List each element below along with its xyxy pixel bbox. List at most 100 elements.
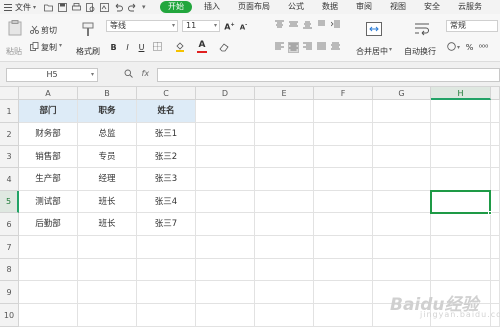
column-header-f[interactable]: F [314,87,373,100]
cell-b7[interactable] [78,236,137,259]
percent-button[interactable]: % [464,42,475,53]
row-header-8[interactable]: 8 [0,259,19,281]
cell-c3[interactable]: 张三2 [137,146,196,168]
cell-c8[interactable] [137,259,196,281]
fill-color-button[interactable] [174,42,185,53]
file-menu[interactable]: 文件 ▾ [0,0,36,14]
tab-view[interactable]: 视图 [381,0,415,14]
cell-c2[interactable]: 张三1 [137,123,196,146]
row-header-5[interactable]: 5 [0,191,19,213]
cell-b9[interactable] [78,281,137,304]
select-all-corner[interactable] [0,87,19,100]
cell-f10[interactable] [314,304,373,327]
cell-i5[interactable] [491,191,500,213]
insert-function-button[interactable]: fx [142,69,150,78]
cell-c10[interactable] [137,304,196,327]
cell-i6[interactable] [491,213,500,236]
cell-e8[interactable] [255,259,314,281]
cell-h2[interactable] [431,123,491,146]
cell-f7[interactable] [314,236,373,259]
align-right-button[interactable] [302,42,313,53]
active-cell-h5[interactable] [430,190,492,215]
cell-b3[interactable]: 专员 [78,146,137,168]
cell-a5[interactable]: 测试部 [19,191,78,213]
print-preview-icon[interactable] [86,2,95,12]
column-header-a[interactable]: A [19,87,78,100]
name-box[interactable]: H5 ▾ [6,68,98,82]
cell-d6[interactable] [196,213,255,236]
save-icon[interactable] [58,2,67,12]
cell-d10[interactable] [196,304,255,327]
cell-c9[interactable] [137,281,196,304]
merge-dropdown-icon[interactable]: ▾ [389,46,392,53]
cell-a1[interactable]: 部门 [19,100,78,123]
row-header-4[interactable]: 4 [0,168,19,191]
comma-style-button[interactable]: ⁰⁰⁰ [478,42,489,53]
number-format-select[interactable]: 常规 [446,20,498,32]
row-header-9[interactable]: 9 [0,281,19,304]
cell-f4[interactable] [314,168,373,191]
column-header-e[interactable]: E [255,87,314,100]
cell-g3[interactable] [373,146,431,168]
column-header-i[interactable] [491,87,500,100]
cell-f9[interactable] [314,281,373,304]
cell-e3[interactable] [255,146,314,168]
cell-a6[interactable]: 后勤部 [19,213,78,236]
currency-dropdown-icon[interactable]: ▾ [457,42,460,53]
cell-e4[interactable] [255,168,314,191]
cell-g1[interactable] [373,100,431,123]
cell-a9[interactable] [19,281,78,304]
copy-dropdown-icon[interactable]: ▾ [59,42,62,49]
cell-b10[interactable] [78,304,137,327]
tab-review[interactable]: 审阅 [347,0,381,14]
cell-e5[interactable] [255,191,314,213]
font-size-select[interactable]: 11 ▾ [182,20,220,32]
paste-button[interactable]: 粘贴 [4,18,28,58]
cell-g8[interactable] [373,259,431,281]
tab-data[interactable]: 数据 [313,0,347,14]
tab-cloud-service[interactable]: 云服务 [449,0,491,14]
cell-h8[interactable] [431,259,491,281]
row-header-2[interactable]: 2 [0,123,19,146]
align-bottom-button[interactable] [302,20,313,31]
align-middle-button[interactable] [288,20,299,31]
cell-c1[interactable]: 姓名 [137,100,196,123]
cell-a3[interactable]: 销售部 [19,146,78,168]
fill-handle[interactable] [488,211,492,215]
column-header-d[interactable]: D [196,87,255,100]
cell-f5[interactable] [314,191,373,213]
formula-input[interactable] [157,68,500,82]
cell-e10[interactable] [255,304,314,327]
cell-e7[interactable] [255,236,314,259]
cell-i1[interactable] [491,100,500,123]
clear-format-button[interactable] [218,42,229,53]
currency-button[interactable] [446,42,457,53]
cell-i3[interactable] [491,146,500,168]
cell-c7[interactable] [137,236,196,259]
orientation-button[interactable] [316,20,327,31]
cell-d3[interactable] [196,146,255,168]
customize-chevron-icon[interactable]: ▾ [142,3,151,12]
cell-b4[interactable]: 经理 [78,168,137,191]
cell-a4[interactable]: 生产部 [19,168,78,191]
cell-b8[interactable] [78,259,137,281]
align-top-button[interactable] [274,20,285,31]
align-left-button[interactable] [274,42,285,53]
increase-font-size-button[interactable]: A+ [224,20,235,32]
font-name-select[interactable]: 等线 ▾ [106,20,178,32]
cell-e1[interactable] [255,100,314,123]
cell-a8[interactable] [19,259,78,281]
cell-f3[interactable] [314,146,373,168]
cell-c6[interactable]: 张三7 [137,213,196,236]
wrap-text-button[interactable]: 自动换行 [402,18,442,58]
cell-g5[interactable] [373,191,431,213]
cell-f2[interactable] [314,123,373,146]
cell-d4[interactable] [196,168,255,191]
cell-f8[interactable] [314,259,373,281]
column-header-c[interactable]: C [137,87,196,100]
column-header-b[interactable]: B [78,87,137,100]
cell-b2[interactable]: 总监 [78,123,137,146]
row-header-1[interactable]: 1 [0,100,19,123]
justify-button[interactable] [316,42,327,53]
cell-c4[interactable]: 张三3 [137,168,196,191]
